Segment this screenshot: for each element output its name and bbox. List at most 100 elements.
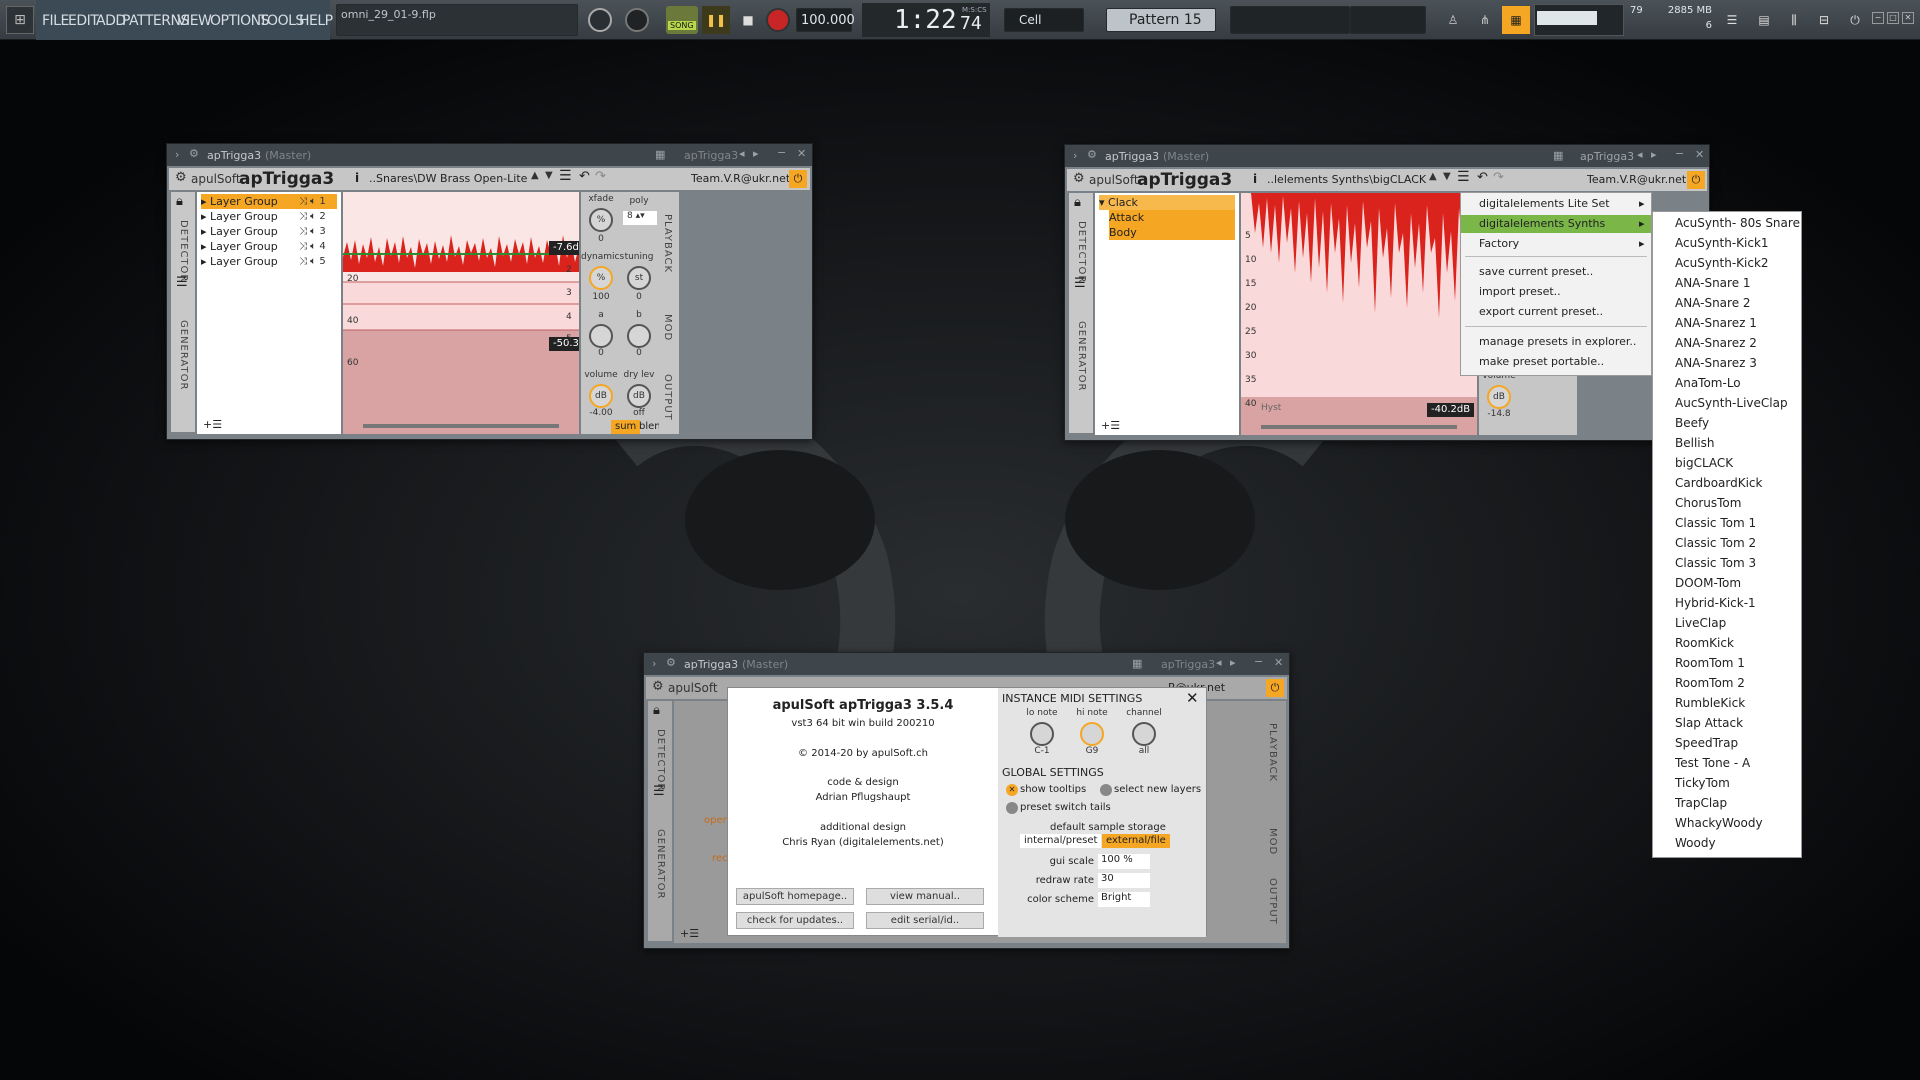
preset-item[interactable]: Beefy	[1675, 416, 1709, 430]
waveform-display[interactable]: 5 10 15 20 25 30 35 40 Hyst -40.2dB	[1241, 193, 1477, 435]
preset-item[interactable]: Test Tone - A	[1675, 756, 1750, 770]
settings-gear-icon[interactable]: ⚙	[1073, 171, 1085, 186]
preset-item[interactable]: TickyTom	[1675, 776, 1730, 790]
close-icon[interactable]: ✕	[1695, 148, 1704, 161]
waveform-display[interactable]: -7.6dB -50.3dB 20 40 60 2 3 4 5	[343, 192, 579, 434]
lock-icon[interactable]: 🔒︎	[653, 703, 660, 718]
mod-a-knob[interactable]	[589, 324, 613, 348]
playlist-icon[interactable]: ☰	[1720, 8, 1744, 32]
expand-icon[interactable]: ›	[175, 148, 179, 161]
lock-icon[interactable]: 🔒︎	[1074, 195, 1081, 210]
menu-help[interactable]: HELP	[299, 13, 333, 29]
preset-down-icon[interactable]: ▼	[1443, 171, 1451, 182]
window-titlebar[interactable]: › ⚙ apTrigga3 (Master) ▦ apTrigga3 ◂ ▸ −…	[1065, 145, 1709, 167]
collapse-arrow-icon[interactable]: ▾	[1099, 196, 1108, 209]
threshold-high[interactable]: -7.6dB	[549, 241, 579, 255]
channel-rack-icon[interactable]: ⊟	[1812, 8, 1836, 32]
preset-switch-tails-checkbox[interactable]	[1006, 802, 1018, 814]
close-icon[interactable]: ✕	[797, 147, 806, 160]
preset-browser-icon[interactable]: ▦	[1132, 657, 1142, 670]
preset-item[interactable]: AcuSynth-Kick1	[1675, 236, 1769, 250]
countdown-icon[interactable]: ▦	[1502, 6, 1530, 34]
info-button[interactable]: i	[355, 171, 359, 185]
redo-icon[interactable]: ↷	[595, 169, 606, 184]
menu-import-preset[interactable]: import preset..	[1479, 285, 1561, 298]
close-app-icon[interactable]: ✕	[1902, 12, 1914, 24]
menu-file[interactable]: FILE	[42, 13, 69, 29]
preset-item[interactable]: CardboardKick	[1675, 476, 1762, 490]
close-icon[interactable]: ✕	[1274, 656, 1283, 669]
preset-item[interactable]: AcuSynth- 80s Snare	[1675, 216, 1800, 230]
poly-field[interactable]: 8 ▴▾	[623, 211, 657, 225]
wait-input-icon[interactable]: ⋔	[1472, 7, 1498, 33]
redo-icon[interactable]: ↷	[1493, 170, 1504, 185]
preset-item[interactable]: Classic Tom 2	[1675, 536, 1756, 550]
storage-external-option[interactable]: external/file	[1102, 834, 1170, 848]
preset-item[interactable]: ChorusTom	[1675, 496, 1741, 510]
expand-arrow-icon[interactable]: ▸	[201, 210, 210, 223]
gear-icon[interactable]: ⚙	[666, 656, 676, 669]
settings-gear-icon[interactable]: ⚙	[652, 679, 664, 694]
minimize-icon[interactable]: −	[1254, 655, 1263, 668]
preset-item[interactable]: LiveClap	[1675, 616, 1726, 630]
info-button[interactable]: i	[1253, 172, 1257, 186]
time-display[interactable]: 1:22 74 M:S:CS	[862, 3, 990, 37]
window-titlebar[interactable]: › ⚙ apTrigga3 (Master) ▦ apTrigga3 ◂ ▸ −…	[644, 653, 1289, 675]
undo-icon[interactable]: ↶	[1477, 170, 1488, 185]
hi-note-knob[interactable]	[1080, 722, 1104, 746]
gui-scale-field[interactable]: 100 %	[1098, 854, 1150, 869]
maximize-app-icon[interactable]: □	[1887, 12, 1899, 24]
select-new-layers-checkbox[interactable]	[1100, 784, 1112, 796]
gear-icon[interactable]: ⚙	[1087, 148, 1097, 161]
updates-button[interactable]: check for updates..	[736, 912, 854, 929]
preset-item[interactable]: ANA-Snarez 3	[1675, 356, 1757, 370]
menu-export-preset[interactable]: export current preset..	[1479, 305, 1603, 318]
menu-edit[interactable]: EDIT	[68, 13, 99, 29]
bypass-power-icon[interactable]: ⏻	[1266, 679, 1284, 697]
menu-make-portable[interactable]: make preset portable..	[1479, 355, 1604, 368]
expand-arrow-icon[interactable]: ▸	[201, 240, 210, 253]
song-position[interactable]	[1230, 6, 1350, 34]
sidebar-menu-icon[interactable]: ☰	[653, 784, 665, 799]
preset-item[interactable]: RoomKick	[1675, 636, 1734, 650]
preset-item[interactable]: AcuSynth-Kick2	[1675, 256, 1769, 270]
menu-item-factory[interactable]: Factory ▸	[1461, 235, 1651, 253]
window-titlebar[interactable]: › ⚙ apTrigga3 (Master) ▦ apTrigga3 ◂ ▸ −…	[167, 144, 812, 166]
preset-item[interactable]: Hybrid-Kick-1	[1675, 596, 1756, 610]
expand-arrow-icon[interactable]: ▸	[201, 255, 210, 268]
threshold-low[interactable]: -50.3dB	[549, 337, 579, 351]
menu-manage-presets[interactable]: manage presets in explorer..	[1479, 335, 1636, 348]
add-layer-button[interactable]: +☰	[203, 418, 222, 431]
bypass-power-icon[interactable]: ⏻	[1687, 171, 1705, 189]
tempo-display[interactable]: 100.000	[796, 8, 855, 32]
redraw-rate-field[interactable]: 30	[1098, 873, 1150, 888]
preset-field[interactable]: ..lelements Synths\bigCLACK	[1265, 171, 1426, 189]
preset-item[interactable]: ANA-Snarez 1	[1675, 316, 1757, 330]
close-dialog-icon[interactable]: ✕	[1186, 689, 1199, 707]
preset-item[interactable]: bigCLACK	[1675, 456, 1733, 470]
preset-field[interactable]: ..Snares\DW Brass Open-Lite	[367, 170, 527, 188]
add-layer-button[interactable]: +☰	[680, 927, 699, 940]
snap-selector[interactable]: Cell	[1004, 8, 1084, 32]
preset-browser-icon[interactable]: ▦	[1553, 149, 1563, 162]
expand-arrow-icon[interactable]: ▸	[201, 225, 210, 238]
preset-item[interactable]: Bellish	[1675, 436, 1714, 450]
preset-item[interactable]: RoomTom 2	[1675, 676, 1745, 690]
waveform-scrollbar[interactable]	[363, 424, 559, 428]
menu-item-lite-set[interactable]: digitalelements Lite Set ▸	[1461, 195, 1651, 213]
serial-button[interactable]: edit serial/id..	[866, 912, 984, 929]
menu-save-preset[interactable]: save current preset..	[1479, 265, 1593, 278]
preset-item[interactable]: ANA-Snare 1	[1675, 276, 1751, 290]
preset-down-icon[interactable]: ▼	[545, 170, 553, 181]
prev-preset-icon[interactable]: ◂	[1637, 148, 1643, 161]
preset-item[interactable]: AnaTom-Lo	[1675, 376, 1741, 390]
lock-icon[interactable]: 🔒︎	[176, 194, 183, 209]
manual-button[interactable]: view manual..	[866, 888, 984, 905]
prev-preset-icon[interactable]: ◂	[1216, 656, 1222, 669]
preset-item[interactable]: Slap Attack	[1675, 716, 1743, 730]
piano-roll-icon[interactable]: ▤	[1752, 8, 1776, 32]
sidebar-menu-icon[interactable]: ☰	[1074, 276, 1086, 291]
preset-item[interactable]: SpeedTrap	[1675, 736, 1738, 750]
preset-item[interactable]: RumbleKick	[1675, 696, 1745, 710]
preset-up-icon[interactable]: ▲	[1429, 171, 1437, 182]
